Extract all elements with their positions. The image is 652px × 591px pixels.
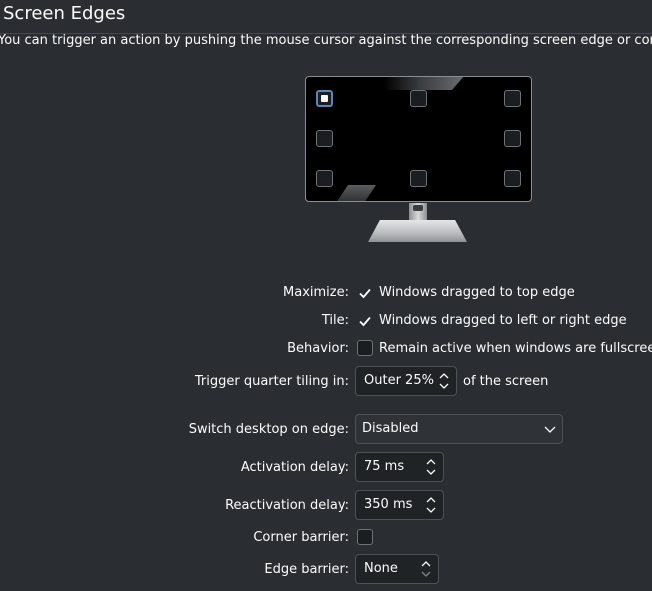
maximize-checkbox[interactable]	[357, 285, 373, 301]
up-down-arrows-icon	[439, 373, 449, 389]
screen-edges-page: Screen Edges You can trigger an action b…	[0, 0, 652, 591]
up-down-arrows-icon	[421, 561, 431, 577]
edge-button-top-center[interactable]	[410, 90, 427, 107]
switch-desktop-combobox[interactable]: Disabled	[355, 414, 563, 444]
maximize-text: Windows dragged to top edge	[379, 285, 575, 300]
behavior-checkbox[interactable]	[357, 340, 373, 356]
edge-button-top-right[interactable]	[504, 90, 521, 107]
chevron-down-icon	[544, 426, 556, 433]
screen-glare	[384, 77, 464, 90]
reactivation-delay-value: 350 ms	[364, 497, 413, 512]
quarter-tiling-suffix: of the screen	[463, 374, 549, 389]
activation-delay-label: Activation delay:	[240, 460, 349, 475]
behavior-text: Remain active when windows are fullscree…	[379, 341, 652, 356]
edge-button-middle-right[interactable]	[504, 130, 521, 147]
page-description: You can trigger an action by pushing the…	[0, 33, 652, 48]
maximize-label: Maximize:	[283, 285, 349, 300]
edge-button-bottom-center[interactable]	[410, 170, 427, 187]
up-down-arrows-icon	[426, 459, 436, 475]
monitor-stand-base	[368, 220, 467, 242]
edge-barrier-label: Edge barrier:	[264, 562, 349, 577]
checkmark-icon	[359, 316, 371, 327]
activation-delay-value: 75 ms	[364, 459, 405, 474]
edge-barrier-value: None	[364, 561, 398, 576]
tile-text: Windows dragged to left or right edge	[379, 313, 627, 328]
behavior-label: Behavior:	[287, 341, 349, 356]
checkmark-icon	[359, 288, 371, 299]
quarter-tiling-spinbox[interactable]: Outer 25%	[355, 366, 457, 396]
activation-delay-spinbox[interactable]: 75 ms	[355, 452, 444, 482]
edge-button-middle-left[interactable]	[316, 130, 333, 147]
screen-glare	[336, 185, 376, 201]
corner-barrier-label: Corner barrier:	[253, 530, 349, 545]
tile-checkbox[interactable]	[357, 313, 373, 329]
quarter-tiling-value: Outer 25%	[364, 373, 434, 388]
switch-desktop-value: Disabled	[362, 421, 419, 436]
edge-button-bottom-right[interactable]	[504, 170, 521, 187]
page-title: Screen Edges	[3, 3, 126, 24]
reactivation-delay-label: Reactivation delay:	[225, 498, 349, 513]
edge-button-bottom-left[interactable]	[316, 170, 333, 187]
corner-barrier-checkbox[interactable]	[357, 529, 373, 545]
tile-label: Tile:	[321, 313, 349, 328]
edge-barrier-spinbox[interactable]: None	[355, 554, 439, 584]
switch-desktop-label: Switch desktop on edge:	[188, 422, 349, 437]
edge-button-top-left[interactable]	[316, 90, 333, 107]
quarter-tiling-label: Trigger quarter tiling in:	[194, 374, 349, 389]
up-down-arrows-icon	[426, 497, 436, 513]
reactivation-delay-spinbox[interactable]: 350 ms	[355, 490, 444, 520]
